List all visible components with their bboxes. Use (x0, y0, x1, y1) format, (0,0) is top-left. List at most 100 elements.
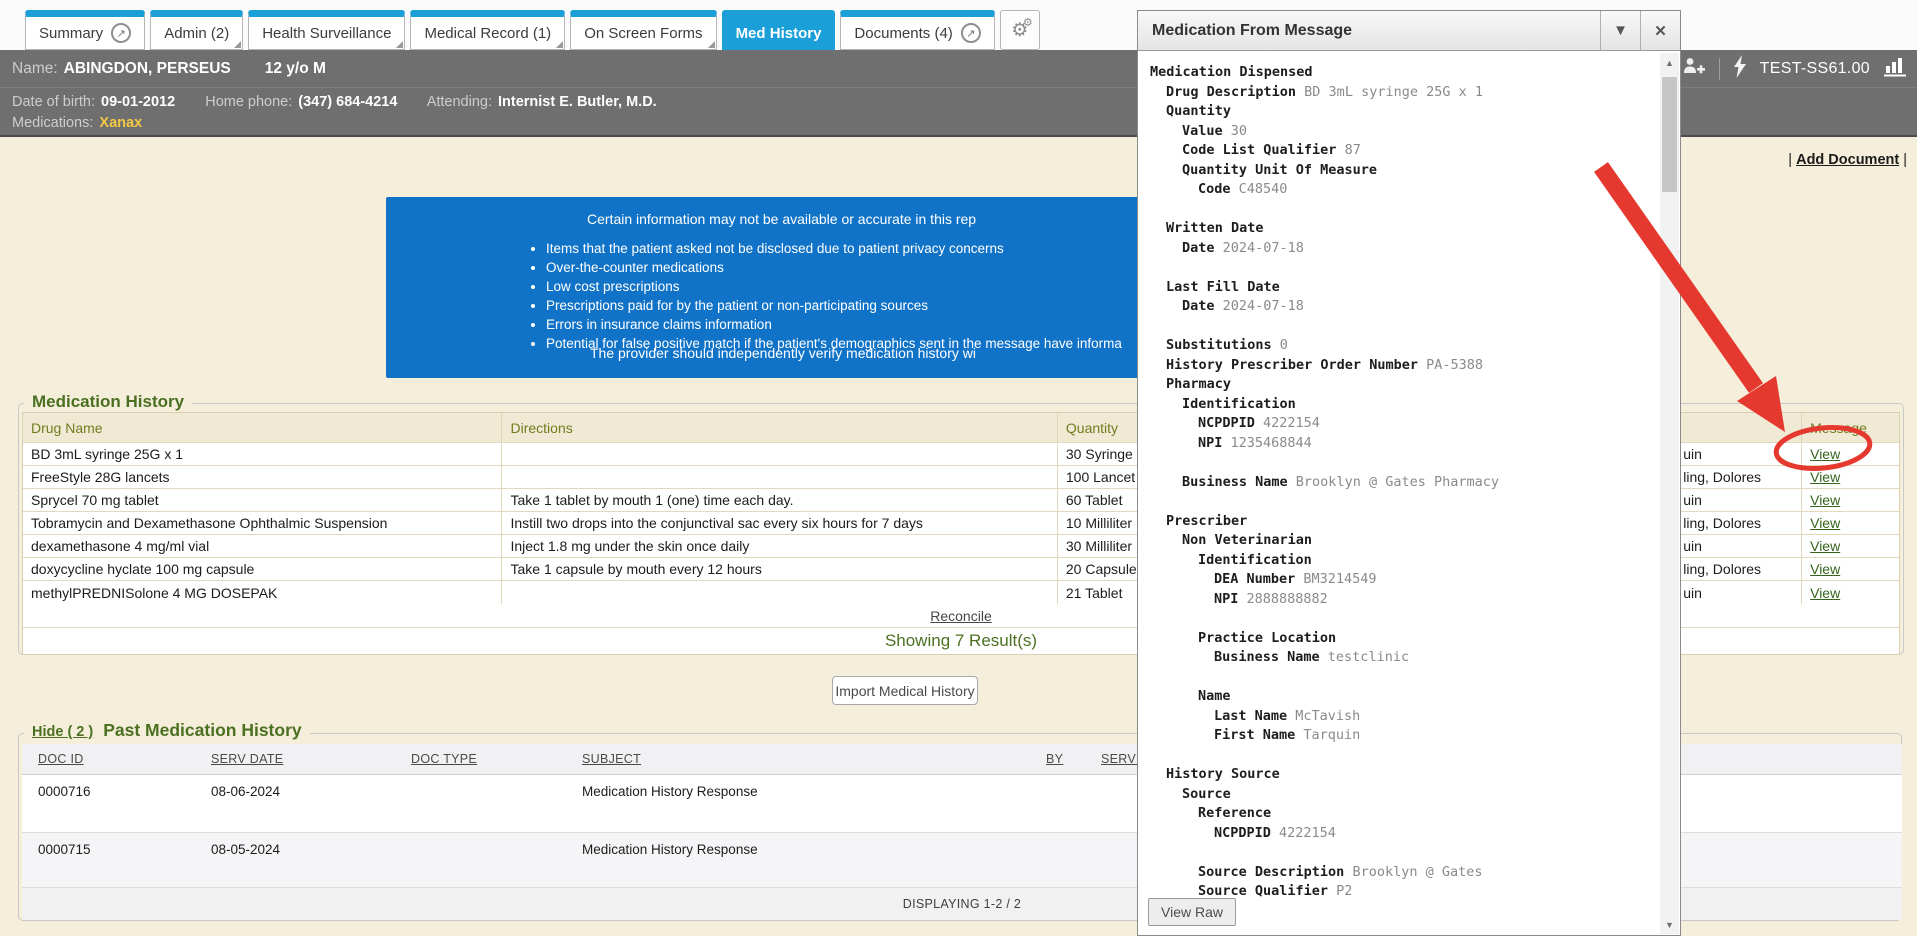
message-tree-line: Identification (1150, 551, 1654, 571)
field-label: Practice Location (1198, 630, 1336, 646)
field-label: Prescriber (1166, 513, 1247, 529)
field-label: Source Description (1198, 864, 1344, 880)
add-person-icon[interactable] (1682, 56, 1706, 81)
dialog-collapse-button[interactable]: ▼ (1600, 11, 1640, 50)
drug-name-cell: FreeStyle 28G lancets (23, 466, 502, 488)
dialog-scrollbar[interactable]: ▲ ▼ (1660, 53, 1679, 934)
field-value: McTavish (1287, 708, 1360, 724)
tab-med-history[interactable]: Med History (722, 10, 836, 50)
by-cell: ling, Dolores (1675, 558, 1802, 580)
tab-corner-fold (556, 41, 563, 48)
past-history-cell (395, 775, 566, 832)
past-history-cell: Medication History Response (566, 775, 1030, 832)
field-value: Tarquin (1295, 727, 1360, 743)
message-tree-line: Business Name testclinic (1150, 648, 1654, 668)
field-value: 87 (1336, 142, 1360, 158)
sort-header-by[interactable]: BY (1030, 744, 1085, 774)
attending-label: Attending: (427, 94, 492, 110)
view-message-link[interactable]: View (1810, 492, 1840, 508)
view-message-link[interactable]: View (1810, 538, 1840, 554)
add-document-link[interactable]: Add Document (1796, 152, 1899, 168)
message-tree-line: History Prescriber Order Number PA-5388 (1150, 356, 1654, 376)
message-tree-line: Date 2024-07-18 (1150, 297, 1654, 317)
field-label: Identification (1182, 396, 1296, 412)
dialog-close-icon[interactable]: ✕ (1640, 11, 1680, 50)
message-tree-blank-line (1150, 492, 1654, 512)
lightning-bolt-icon[interactable] (1733, 55, 1747, 83)
external-link-circle-icon[interactable]: ↗ (961, 23, 981, 43)
field-label: Date (1182, 240, 1215, 256)
message-cell: View (1802, 558, 1899, 580)
field-label: Quantity (1166, 103, 1231, 119)
sort-header-subject[interactable]: SUBJECT (566, 744, 1030, 774)
notice-bullet: Over-the-counter medications (546, 258, 1122, 277)
field-label: NPI (1198, 435, 1222, 451)
field-label: Substitutions (1166, 337, 1272, 353)
sort-header-doc-type[interactable]: DOC TYPE (395, 744, 566, 774)
message-tree-line: Written Date (1150, 219, 1654, 239)
phone-label: Home phone: (205, 94, 292, 110)
tab-label: Summary (39, 25, 103, 42)
message-cell: View (1802, 443, 1899, 465)
tab-corner-fold (708, 41, 715, 48)
notice-heading: Certain information may not be available… (587, 211, 976, 227)
scroll-down-icon[interactable]: ▼ (1660, 915, 1679, 934)
settings-gear-button[interactable]: ⚙⚙ (1000, 10, 1040, 50)
past-history-cell: 0000716 (22, 775, 195, 832)
bar-chart-icon[interactable] (1883, 55, 1909, 82)
message-tree-blank-line (1150, 200, 1654, 220)
message-tree-line: Reference (1150, 804, 1654, 824)
tab-label: Documents (4) (854, 25, 952, 42)
by-cell: ling, Dolores (1675, 512, 1802, 534)
tab-summary[interactable]: Summary ↗ (25, 10, 145, 50)
past-history-cell (395, 833, 566, 887)
field-label: Code List Qualifier (1182, 142, 1336, 158)
field-label: Value (1182, 123, 1223, 139)
sort-header-doc-id[interactable]: DOC ID (22, 744, 195, 774)
medication-history-title: Medication History (24, 392, 192, 412)
view-message-link[interactable]: View (1810, 446, 1840, 462)
field-label: Name (1198, 688, 1231, 704)
tab-bar: Summary ↗ Admin (2)Health SurveillanceMedi… (25, 10, 1040, 50)
message-tree-line: Source Description Brooklyn @ Gates (1150, 863, 1654, 883)
reconcile-link[interactable]: Reconcile (930, 608, 991, 624)
tab-corner-fold (396, 41, 403, 48)
tab-on-screen-forms[interactable]: On Screen Forms (570, 10, 716, 50)
view-message-link[interactable]: View (1810, 561, 1840, 577)
message-tree-line: Quantity Unit Of Measure (1150, 161, 1654, 181)
patient-name: ABINGDON, PERSEUS (64, 60, 231, 78)
drug-name-cell: dexamethasone 4 mg/ml vial (23, 535, 502, 557)
medications-value[interactable]: Xanax (99, 115, 142, 131)
directions-cell: Take 1 tablet by mouth 1 (one) time each… (502, 489, 1057, 511)
tab-medical-record-1[interactable]: Medical Record (1) (410, 10, 565, 50)
external-link-circle-icon[interactable]: ↗ (111, 23, 131, 43)
notice-bullet: Low cost prescriptions (546, 277, 1122, 296)
view-message-link[interactable]: View (1810, 585, 1840, 601)
hide-link[interactable]: Hide ( 2 ) (32, 724, 93, 740)
by-cell: uin (1675, 443, 1802, 465)
field-value: BM3214549 (1295, 571, 1376, 587)
view-raw-button[interactable]: View Raw (1148, 898, 1236, 926)
drug-name-cell: methylPREDNISolone 4 MG DOSEPAK (23, 581, 502, 604)
top-right-toolbar: TEST-SS61.00 (1682, 50, 1909, 87)
field-value: 4222154 (1271, 825, 1336, 841)
tab-admin-2[interactable]: Admin (2) (150, 10, 243, 50)
field-label: Source Qualifier (1198, 883, 1328, 899)
message-tree-line: NCPDPID 4222154 (1150, 414, 1654, 434)
scrollbar-thumb[interactable] (1662, 77, 1677, 192)
tab-documents-4[interactable]: Documents (4) ↗ (840, 10, 994, 50)
message-tree-line: Identification (1150, 395, 1654, 415)
field-label: Business Name (1214, 649, 1320, 665)
scroll-up-icon[interactable]: ▲ (1660, 53, 1679, 72)
sort-header-serv-date[interactable]: SERV DATE (195, 744, 395, 774)
field-value: C48540 (1231, 181, 1288, 197)
message-tree-blank-line (1150, 746, 1654, 766)
message-tree-line: Quantity (1150, 102, 1654, 122)
tab-health-surveillance[interactable]: Health Surveillance (248, 10, 405, 50)
drug-name-cell: BD 3mL syringe 25G x 1 (23, 443, 502, 465)
import-medical-history-button[interactable]: Import Medical History (832, 676, 978, 705)
view-message-link[interactable]: View (1810, 469, 1840, 485)
dialog-body: Medication DispensedDrug Description BD … (1138, 52, 1680, 935)
view-message-link[interactable]: View (1810, 515, 1840, 531)
message-tree-line: Pharmacy (1150, 375, 1654, 395)
